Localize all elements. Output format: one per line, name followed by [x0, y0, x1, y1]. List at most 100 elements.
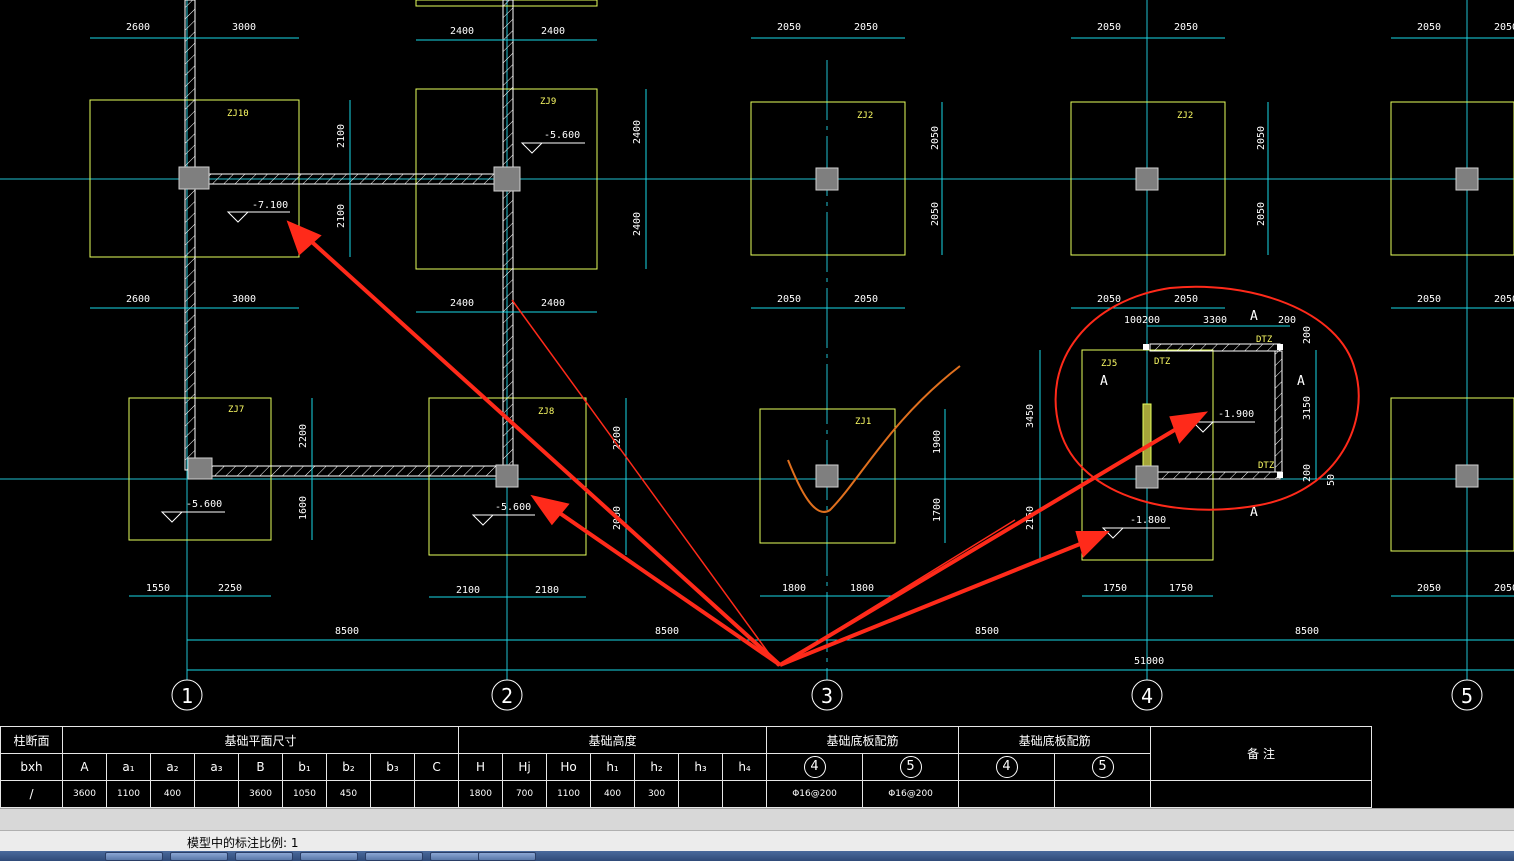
status-bar: 模型中的标注比例: 1 — [0, 830, 1514, 852]
cell: 700 — [502, 780, 548, 808]
col-H: H — [458, 753, 504, 781]
pit-corner-1 — [1143, 344, 1149, 350]
dim-text: 2100 — [336, 204, 347, 228]
footing-label: ZJ9 — [540, 97, 556, 107]
cell — [678, 780, 724, 808]
col-a3: a₃ — [194, 753, 239, 781]
column-4b — [1135, 465, 1159, 489]
header-plan-size: 基础平面尺寸 — [61, 726, 460, 754]
axis-label: 2 — [501, 684, 513, 708]
dim-text: 2100 — [336, 124, 347, 148]
col-h2: h₂ — [634, 753, 680, 781]
dim-text: 3300 — [1203, 315, 1227, 326]
cell — [722, 780, 768, 808]
taskbar-button[interactable] — [365, 852, 423, 861]
column-1a — [178, 166, 210, 190]
bay-dim: 8500 — [1295, 626, 1319, 637]
taskbar-button[interactable] — [235, 852, 293, 861]
dim-text: 2250 — [218, 583, 242, 594]
footing-label: ZJ1 — [855, 417, 871, 427]
col-b3: b₃ — [370, 753, 415, 781]
col-h4: h₄ — [722, 753, 768, 781]
bay-dim: 8500 — [975, 626, 999, 637]
dim-text: 200 — [1142, 315, 1160, 326]
pit-label: DTZ — [1256, 335, 1273, 345]
dim-text: 2400 — [450, 298, 474, 309]
footing-label: ZJ5 — [1101, 359, 1117, 369]
dim-text: 2050 — [1494, 583, 1514, 594]
taskbar-button[interactable] — [300, 852, 358, 861]
dim-text: 2200 — [298, 424, 309, 448]
axis-label: 4 — [1141, 684, 1153, 708]
dim-text: 2050 — [1256, 202, 1267, 226]
row-section: / — [0, 780, 63, 808]
rebar-cell — [958, 780, 1056, 808]
dim-text: 2050 — [1174, 22, 1198, 33]
taskbar-button[interactable] — [170, 852, 228, 861]
column-5b — [1455, 464, 1479, 488]
dim-text: 2050 — [854, 294, 878, 305]
col-a1: a₁ — [106, 753, 151, 781]
elevation-text: -1.800 — [1130, 515, 1166, 526]
col-h1: h₁ — [590, 753, 636, 781]
dim-text: 200 — [1302, 326, 1313, 344]
taskbar-button[interactable] — [105, 852, 163, 861]
footing-right-bottom — [1390, 397, 1514, 552]
dim-text: 2050 — [1174, 294, 1198, 305]
dim-text: 2400 — [541, 26, 565, 37]
red-thin-line — [511, 299, 779, 667]
header-col-section: 柱断面 — [0, 726, 63, 754]
col-h3: h₃ — [678, 753, 724, 781]
dim-text: 2050 — [1097, 22, 1121, 33]
dim-text: 3150 — [1302, 396, 1313, 420]
col-Hj: Hj — [502, 753, 548, 781]
dim-text: 2400 — [632, 212, 643, 236]
cell: 300 — [634, 780, 680, 808]
header-height: 基础高度 — [458, 726, 768, 754]
dim-text: 200 — [1302, 464, 1313, 482]
pit-corner-3 — [1277, 472, 1283, 478]
axis-label: 3 — [821, 684, 833, 708]
pit-wall-top — [1149, 343, 1281, 352]
cell: 3600 — [238, 780, 283, 808]
bay-dim: 8500 — [655, 626, 679, 637]
cell: 1800 — [458, 780, 504, 808]
dim-text: 1800 — [850, 583, 874, 594]
section-mark: A — [1297, 374, 1305, 389]
elevation-text: -5.600 — [544, 130, 580, 141]
cad-drawing-canvas[interactable]: 2600 3000 2400 2400 2050 2050 2050 2050 … — [0, 0, 1514, 725]
col-C: C — [413, 753, 460, 781]
dim-text: 200 — [1278, 315, 1296, 326]
rebar-cell: Φ16@200 — [766, 780, 864, 808]
footing-label: ZJ2 — [1177, 111, 1193, 121]
col-a2: a₂ — [150, 753, 195, 781]
subheader-bxh: bxh — [0, 753, 63, 781]
red-arrow-head-1 — [286, 220, 322, 256]
dim-text: 2050 — [1417, 22, 1441, 33]
cell: 400 — [150, 780, 195, 808]
cell: 1100 — [106, 780, 151, 808]
dim-text: 2050 — [930, 126, 941, 150]
dim-text: 2400 — [632, 120, 643, 144]
dim-text: 1600 — [298, 496, 309, 520]
col-A: A — [62, 753, 107, 781]
pit-label: DTZ — [1258, 461, 1275, 471]
total-dim: 51000 — [1134, 656, 1164, 667]
pit-label: DTZ — [1154, 357, 1171, 367]
cell: 450 — [326, 780, 371, 808]
elevation-text: -1.900 — [1218, 409, 1254, 420]
cell — [413, 780, 460, 808]
command-line[interactable] — [0, 808, 1514, 831]
dim-text: 2050 — [1417, 583, 1441, 594]
taskbar — [0, 851, 1514, 861]
pit-wall-bottom — [1149, 471, 1281, 480]
dim-text: 2600 — [126, 294, 150, 305]
col-Ho: Ho — [546, 753, 592, 781]
taskbar-button[interactable] — [478, 852, 536, 861]
elevation-text: -5.600 — [495, 502, 531, 513]
dim-text: 3000 — [232, 22, 256, 33]
dim-text: 3000 — [232, 294, 256, 305]
wall-bottom-beam — [194, 465, 504, 477]
column-3a — [815, 167, 839, 191]
pit-wall-left — [1142, 403, 1152, 477]
